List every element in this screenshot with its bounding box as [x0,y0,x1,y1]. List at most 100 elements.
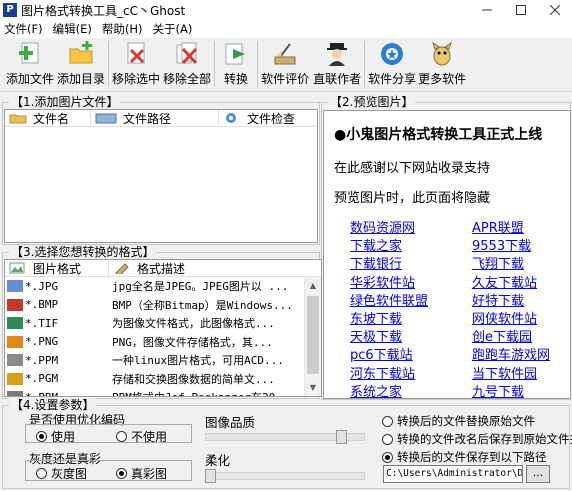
site-link[interactable]: 天极下载 [350,326,402,345]
scroll-thumb[interactable] [307,296,319,374]
menu-file[interactable]: 文件(F) [4,21,43,37]
remove-selected-label: 移除选中 [112,72,161,86]
format-description: PBM格式由Jef Poskanzer在20... [109,389,299,396]
add-file-icon [16,40,44,68]
radio-checked-icon [116,468,127,479]
convert-button[interactable]: 转换 [222,38,250,88]
column-file-name-label: 文件名 [33,111,70,126]
radio-checked-icon [36,431,47,442]
site-link[interactable]: 好特下载 [472,290,524,309]
radio-unchecked-icon [116,431,127,442]
site-link[interactable]: 飞翔下载 [472,253,524,272]
close-button[interactable] [538,0,572,20]
site-link[interactable]: 网侠软件站 [472,308,537,327]
soften-slider-track[interactable] [205,472,365,480]
format-name: *.PNG [25,335,59,349]
preview-hide-note: 预览图片时，此页面将隐藏 [334,191,491,206]
format-description: 存储和交换图像数据的简单文... [112,372,275,386]
optimize-nouse-radio[interactable]: 不使用 [116,428,167,445]
site-link[interactable]: APR联盟 [472,217,524,236]
title-bar: P 图片格式转换工具_cC丶Ghost [0,0,572,20]
convert-icon [222,40,250,68]
remove-selected-icon [122,40,150,68]
remove-all-label: 移除全部 [163,72,212,86]
column-file-path[interactable]: 文件路径 [91,110,219,126]
format-cell: *.PPM [5,354,109,367]
format-row[interactable]: *.BMP BMP（全称Bitmap）是Windows... [5,296,321,315]
file-list[interactable]: 文件名 文件路径 文件检查 [4,109,318,243]
rename-save-radio[interactable]: 转换的文件改名后保存到原始文件夹 [382,431,572,447]
optimize-use-label: 使用 [51,430,76,444]
toolbar-separator [108,41,110,87]
format-list-scrollbar[interactable]: ▲ ▼ [304,277,321,396]
contact-author-button[interactable]: 直联作者 [313,38,361,88]
save-to-path-label: 转换后的文件保存到以下路径 [397,450,547,464]
browse-button[interactable]: ... [526,465,550,483]
path-icon [95,113,117,124]
site-link[interactable]: 下载之家 [350,235,402,254]
column-file-check[interactable]: 文件检查 [219,110,317,126]
rate-software-button[interactable]: 软件评价 [261,38,309,88]
site-link[interactable]: 下载银行 [350,253,402,272]
optimize-use-radio[interactable]: 使用 [36,428,75,445]
site-link[interactable]: pc6下载站 [350,344,413,363]
soften-slider-thumb[interactable] [205,469,216,483]
quality-slider-thumb[interactable] [336,430,348,444]
remove-all-button[interactable]: 移除全部 [163,38,211,88]
menu-bar: 文件(F) 编辑(E) 帮助(H) 关于(A) [0,20,572,38]
site-link[interactable]: 系统之家 [350,381,402,398]
site-link[interactable]: 创e下载园 [472,326,532,345]
site-link[interactable]: 九号下载 [472,381,524,398]
truecolor-radio[interactable]: 真彩图 [116,465,167,482]
site-link[interactable]: 绿色软件联盟 [350,290,428,309]
site-link[interactable]: 数码资源网 [350,217,415,236]
save-to-path-radio[interactable]: 转换后的文件保存到以下路径 [382,449,547,465]
format-name: *.BMP [25,298,59,312]
bmp-file-icon [7,298,23,311]
scroll-down-arrow-icon[interactable]: ▼ [305,379,321,396]
site-link[interactable]: 跑跑车游戏网 [472,344,550,363]
menu-help[interactable]: 帮助(H) [102,21,143,37]
site-link[interactable]: 河东下载站 [350,363,415,382]
site-link[interactable]: 久友下载站 [472,272,537,291]
ppm-file-icon [7,354,23,367]
format-cell: *.BMP [5,298,109,311]
site-link[interactable]: 9553下载 [472,235,531,254]
remove-selected-button[interactable]: 移除选中 [112,38,160,88]
minimize-button[interactable] [470,0,504,20]
format-list[interactable]: 图片格式 格式描述 *.JPG jpg全名是JPEG。JPEG图片以 ... *.B… [4,259,322,397]
format-row[interactable]: *.PBM PBM格式由Jef Poskanzer在20... [5,388,321,396]
column-image-format[interactable]: 图片格式 [5,260,109,276]
format-row[interactable]: *.TIF 为图像文件格式，此图像格式... [5,314,321,333]
more-software-label: 更多软件 [418,72,467,86]
replace-original-radio[interactable]: 转换后的文件替换原始文件 [382,413,535,429]
site-link[interactable]: 当下软件园 [472,363,537,382]
more-software-button[interactable]: 更多软件 [418,38,466,88]
menu-about[interactable]: 关于(A) [152,21,192,37]
format-row[interactable]: *.PPM 一种linux图片格式，可用ACD... [5,351,321,370]
rename-save-label: 转换的文件改名后保存到原始文件夹 [397,432,572,446]
site-link[interactable]: 东坡下载 [350,308,402,327]
column-file-path-label: 文件路径 [123,111,172,126]
output-path-input[interactable]: C:\Users\Administrator\Desk [383,465,523,483]
format-rows: *.JPG jpg全名是JPEG。JPEG图片以 ... *.BMP BMP（全称Bi… [5,277,321,396]
column-format-desc[interactable]: 格式描述 [109,260,305,276]
app-icon: P [3,3,17,17]
grayscale-radio[interactable]: 灰度图 [36,465,87,482]
format-row[interactable]: *.PNG PNG，图像文件存储格式，其... [5,333,321,352]
add-folder-button[interactable]: 添加目录 [57,38,105,88]
toolbar-separator [364,41,366,87]
share-button[interactable]: 软件分享 [368,38,416,88]
menu-edit[interactable]: 编辑(E) [53,21,92,37]
pbm-file-icon [7,391,23,396]
column-file-name[interactable]: 文件名 [5,110,91,126]
scroll-up-arrow-icon[interactable]: ▲ [305,277,321,294]
site-link[interactable]: 华彩软件站 [350,272,415,291]
window-controls [470,0,572,20]
maximize-button[interactable] [504,0,538,20]
format-row[interactable]: *.JPG jpg全名是JPEG。JPEG图片以 ... [5,277,321,296]
add-file-button[interactable]: 添加文件 [6,38,54,88]
preview-heading: ●小鬼图片格式转换工具正式上线 [334,127,543,143]
format-row[interactable]: *.PGM 存储和交换图像数据的简单文... [5,370,321,389]
rate-software-icon [271,40,299,68]
